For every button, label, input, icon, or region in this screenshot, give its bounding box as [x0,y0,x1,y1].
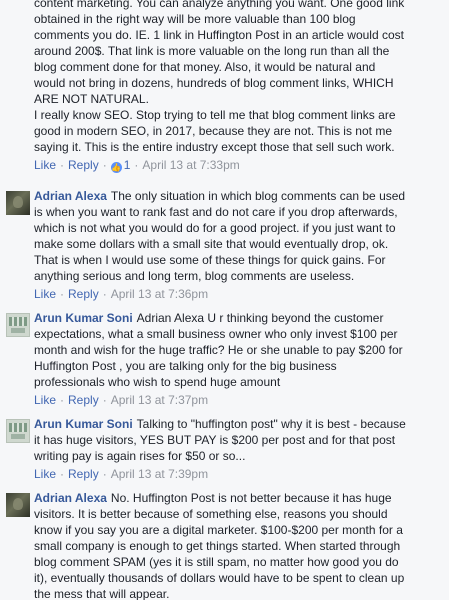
comment-body: content marketing. You can analyze anyth… [34,0,404,155]
comment-line: good in modern SEO, in 2017, because the… [34,124,392,138]
comment-line: it), eventually thousands of dollars wou… [34,571,405,585]
comment-line: expectations, what a small business owne… [34,327,398,341]
reply-link[interactable]: Reply [68,467,99,481]
comment-line: Huffington Post , you are talking only f… [34,359,337,373]
separator: · [134,158,139,172]
comment-line: That is when I would use some of these t… [34,253,386,267]
comment-line: anything serious and long term, blog com… [34,269,355,283]
comment-thread: content marketing. You can analyze anyth… [0,0,449,600]
separator: · [102,393,107,407]
comment-actions: Like · Reply · April 13 at 7:37pm [34,391,403,409]
comment-line: Adrian Alexa U r thinking beyond the cus… [136,311,384,325]
timestamp[interactable]: April 13 at 7:36pm [111,287,208,301]
separator: · [60,158,65,172]
separator: · [102,287,107,301]
comment-line: visitors. It is better because of someth… [34,507,388,521]
comment-line: professionals who wish to spend huge amo… [34,375,281,389]
author-name[interactable]: Arun Kumar Soni [34,417,133,431]
like-reaction-icon[interactable]: 👍 [110,162,122,173]
separator: · [102,467,107,481]
author-name[interactable]: Adrian Alexa [34,491,107,505]
comment-actions: Like · Reply · April 13 at 7:39pm [34,465,406,483]
comment-line: I really know SEO. Stop trying to tell m… [34,108,396,122]
author-name[interactable]: Arun Kumar Soni [34,311,133,325]
comment-line: saying it. This is the entire industry e… [34,140,395,154]
timestamp[interactable]: April 13 at 7:39pm [111,467,208,481]
comment-actions: Like · Reply · April 13 at 7:36pm [34,285,405,303]
comment-line: which is not what you would do for a goo… [34,221,396,235]
reply-link[interactable]: Reply [68,393,99,407]
comment-line: blog comment SPAM (yes it is still spam,… [34,555,399,569]
comment-line: The only situation in which blog comment… [110,189,406,203]
comment-line: No. Huffington Post is not better becaus… [110,491,392,505]
avatar[interactable] [6,313,30,337]
like-link[interactable]: Like [34,467,56,481]
comment: Arun Kumar Soni Adrian Alexa U r thinking… [0,310,409,409]
comment-line: would not bring in dozens, hundreds of b… [34,76,394,90]
comment-line: know if you say you are a digital market… [34,523,403,537]
comment-actions: Like · Reply · 👍 1 · April 13 at 7:33pm [34,156,404,174]
separator: · [60,287,65,301]
like-link[interactable]: Like [34,393,56,407]
comment: Adrian Alexa No. Huffington Post is not b… [0,490,410,600]
comment: Arun Kumar Soni Talking to "huffington po… [0,416,412,483]
comment-line: the mess that will appear. [34,587,170,600]
comment: content marketing. You can analyze anyth… [0,0,410,174]
comment-line: content marketing. You can analyze anyth… [34,0,405,10]
comment-line: small company is enough to get things st… [34,539,401,553]
comment-line: month and wish for the huge traffic? He … [34,343,403,357]
separator: · [60,393,65,407]
comment-body: Adrian Alexa No. Huffington Post is not b… [34,490,404,600]
comment-line: around 200$. That link is more valuable … [34,44,390,58]
reply-link[interactable]: Reply [68,287,99,301]
avatar[interactable] [6,191,30,215]
comment-body: Arun Kumar Soni Talking to "huffington po… [34,416,406,464]
comment-line: obtained in the right way will be more v… [34,12,356,26]
separator: · [102,158,107,172]
comment-body: Arun Kumar Soni Adrian Alexa U r thinking… [34,310,403,390]
comment-line: blog comment done for that money. Also, … [34,60,376,74]
comment-line: make some dollars with a small site that… [34,237,389,251]
comment-line: Talking to "huffington post" why it is b… [136,417,406,431]
timestamp[interactable]: April 13 at 7:33pm [142,158,239,172]
like-link[interactable]: Like [34,287,56,301]
comment-line: it has huge visitors, YES BUT PAY is $20… [34,433,396,447]
comment-line: ARE NOT NATURAL. [34,92,149,106]
comment-line: is when you want to rank fast and do not… [34,205,398,219]
like-link[interactable]: Like [34,158,56,172]
comment-line: comments you do. IE. 1 link in Huffingto… [34,28,404,42]
comment-body: Adrian Alexa The only situation in which … [34,188,405,284]
avatar[interactable] [6,419,30,443]
timestamp[interactable]: April 13 at 7:37pm [111,393,208,407]
reply-link[interactable]: Reply [68,158,99,172]
separator: · [60,467,65,481]
comment-line: writing pay is again rises for $50 or so… [34,449,246,463]
comment: Adrian Alexa The only situation in which … [0,188,411,303]
author-name[interactable]: Adrian Alexa [34,189,107,203]
avatar[interactable] [6,493,30,517]
reaction-count[interactable]: 1 [124,158,131,172]
